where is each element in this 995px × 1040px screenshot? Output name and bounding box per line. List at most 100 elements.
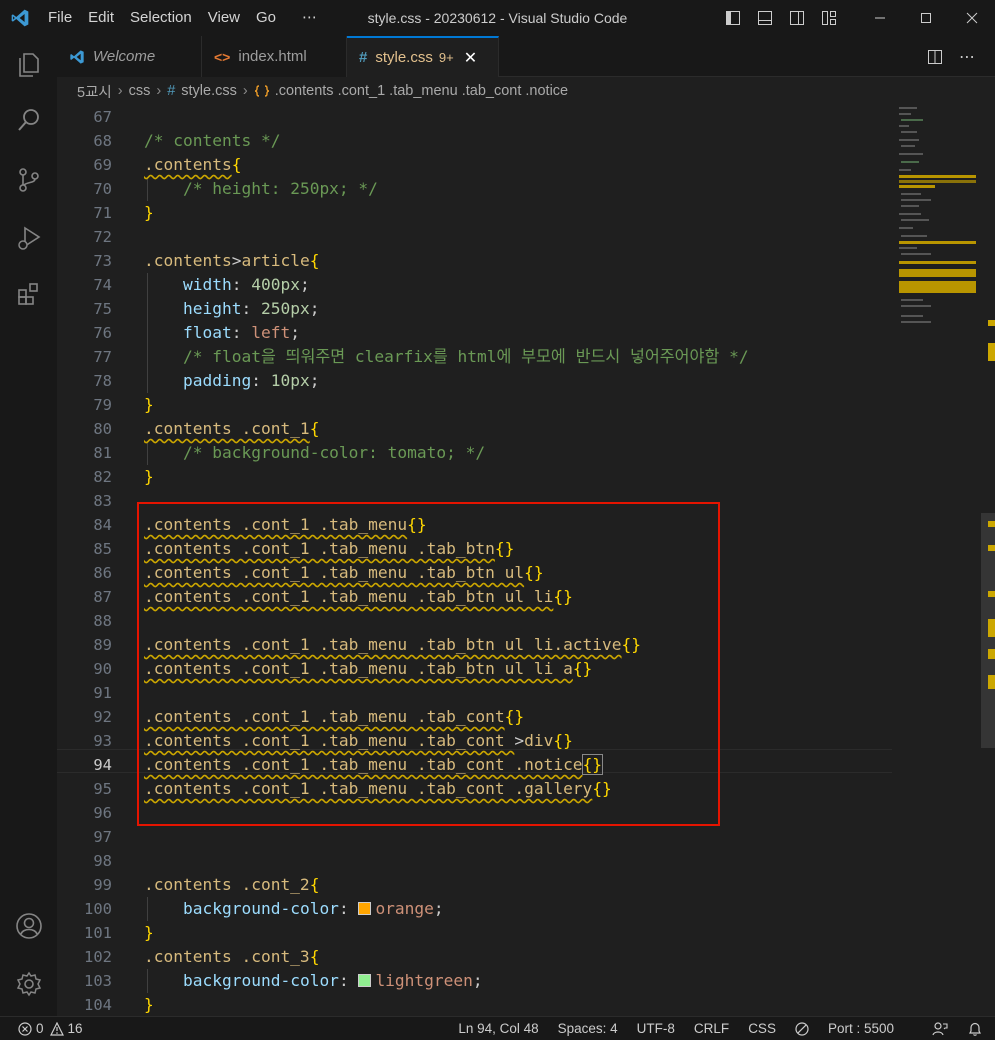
code-line-101: }	[144, 923, 154, 942]
tab-index-html[interactable]: <> index.html	[202, 36, 347, 77]
line-number: 82	[93, 468, 112, 486]
line-numbers: 67 68 69 70 71 72 73 74 75 76 77 78 79 80 81 82 83 84 85 86…	[57, 105, 127, 1016]
accounts-icon[interactable]	[0, 902, 57, 950]
color-swatch-orange[interactable]	[358, 902, 372, 915]
line-number: 67	[93, 108, 112, 126]
menu-edit[interactable]: Edit	[80, 0, 122, 36]
tab-label: style.css	[375, 49, 433, 66]
code-line-76: float: left;	[183, 323, 300, 342]
menu-selection[interactable]: Selection	[122, 0, 200, 36]
line-number: 69	[93, 156, 112, 174]
code-editor[interactable]: 67 68 69 70 71 72 73 74 75 76 77 78 79 80 81 82 83 84 85 86…	[57, 105, 995, 1016]
tab-label: index.html	[238, 48, 307, 65]
live-server-port[interactable]: Port : 5500	[795, 1021, 913, 1036]
line-number: 79	[93, 396, 112, 414]
line-number: 77	[93, 348, 112, 366]
code-line-75: height: 250px;	[183, 299, 320, 318]
menu-go[interactable]: Go	[248, 0, 284, 36]
line-number: 81	[93, 444, 112, 462]
line-number: 72	[93, 228, 112, 246]
explorer-icon[interactable]	[0, 40, 57, 88]
line-number: 80	[93, 420, 112, 438]
toggle-panel-icon[interactable]	[749, 0, 781, 36]
line-number: 92	[93, 708, 112, 726]
breadcrumb-folder[interactable]: css	[129, 83, 151, 99]
line-number: 101	[84, 924, 112, 942]
line-number: 83	[93, 492, 112, 510]
problems-badge: 9+	[438, 50, 454, 65]
line-number: 89	[93, 636, 112, 654]
end-of-line[interactable]: CRLF	[694, 1021, 729, 1036]
tab-style-css[interactable]: # style.css 9+ ✕	[347, 36, 499, 77]
encoding[interactable]: UTF-8	[637, 1021, 675, 1036]
code-line-104: }	[144, 995, 154, 1014]
line-number: 90	[93, 660, 112, 678]
indentation[interactable]: Spaces: 4	[558, 1021, 618, 1036]
code-line-100: background-color: orange;	[183, 899, 444, 918]
line-number: 97	[93, 828, 112, 846]
menu-view[interactable]: View	[200, 0, 248, 36]
code-line-81: /* background-color: tomato; */	[183, 443, 486, 462]
code-line-102: .contents .cont_3{	[144, 947, 320, 966]
line-number: 73	[93, 252, 112, 270]
breadcrumb-folder[interactable]: 5교시	[77, 81, 112, 102]
warning-icon	[49, 1021, 64, 1036]
chevron-right-icon: ›	[117, 83, 123, 99]
extensions-icon[interactable]	[0, 270, 57, 318]
close-tab-icon[interactable]: ✕	[464, 48, 477, 68]
code-line-78: padding: 10px;	[183, 371, 320, 390]
toggle-secondary-sidebar-icon[interactable]	[781, 0, 813, 36]
toggle-primary-sidebar-icon[interactable]	[717, 0, 749, 36]
port-label: Port : 5500	[827, 1021, 894, 1036]
code-line-99: .contents .cont_2{	[144, 875, 320, 894]
cursor-position[interactable]: Ln 94, Col 48	[458, 1021, 538, 1036]
editor-tabs: Welcome <> index.html # style.css 9+ ✕ ⋯	[57, 36, 995, 77]
line-number: 102	[84, 948, 112, 966]
code-line-103: background-color: lightgreen;	[183, 971, 483, 990]
code-line-79: }	[144, 395, 154, 414]
title-bar: File Edit Selection View Go ⋯ style.css …	[0, 0, 995, 36]
settings-gear-icon[interactable]	[0, 960, 57, 1008]
css-file-icon: #	[359, 49, 368, 66]
search-icon[interactable]	[0, 96, 57, 144]
maximize-icon[interactable]	[903, 0, 949, 36]
code-line-82: }	[144, 467, 154, 486]
more-actions-icon[interactable]: ⋯	[951, 47, 983, 67]
split-editor-icon[interactable]	[919, 49, 951, 65]
line-number: 103	[84, 972, 112, 990]
breadcrumb-file[interactable]: style.css	[181, 83, 237, 99]
menu-more[interactable]: ⋯	[284, 0, 325, 36]
minimap[interactable]	[895, 105, 980, 1016]
menu-file[interactable]: File	[40, 0, 80, 36]
problems-status[interactable]: 0 16	[0, 1021, 83, 1036]
error-icon	[18, 1021, 32, 1036]
notifications-bell-icon[interactable]	[967, 1021, 983, 1037]
line-number: 70	[93, 180, 112, 198]
tab-welcome[interactable]: Welcome	[57, 36, 202, 77]
line-number: 91	[93, 684, 112, 702]
status-bar: 0 16 Ln 94, Col 48 Spaces: 4 UTF-8 CRLF …	[0, 1016, 995, 1040]
line-number: 84	[93, 516, 112, 534]
line-number: 78	[93, 372, 112, 390]
customize-layout-icon[interactable]	[813, 0, 845, 36]
line-number: 88	[93, 612, 112, 630]
line-number: 95	[93, 780, 112, 798]
accounts-feedback-icon[interactable]	[932, 1021, 948, 1037]
line-number: 98	[93, 852, 112, 870]
code-line-70: /* height: 250px; */	[183, 179, 378, 198]
minimize-icon[interactable]	[857, 0, 903, 36]
line-number: 87	[93, 588, 112, 606]
source-control-icon[interactable]	[0, 156, 57, 204]
breadcrumb-symbol[interactable]: .contents .cont_1 .tab_menu .tab_cont .n…	[275, 83, 568, 99]
run-debug-icon[interactable]	[0, 214, 57, 262]
language-mode[interactable]: CSS	[748, 1021, 776, 1036]
color-swatch-lightgreen[interactable]	[358, 974, 372, 987]
line-number: 86	[93, 564, 112, 582]
css-file-icon: #	[167, 83, 176, 99]
line-number: 94	[93, 756, 112, 774]
code-line-74: width: 400px;	[183, 275, 310, 294]
close-window-icon[interactable]	[949, 0, 995, 36]
vertical-scrollbar[interactable]	[981, 105, 995, 1016]
line-number: 75	[93, 300, 112, 318]
line-number: 93	[93, 732, 112, 750]
